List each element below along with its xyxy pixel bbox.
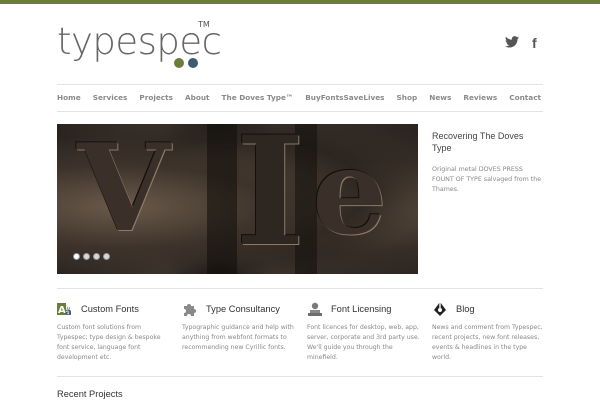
logo-dot-blue (188, 58, 198, 68)
twitter-icon[interactable] (505, 36, 519, 52)
logo-dot-green (174, 58, 184, 68)
feature-text: News and comment from Typespec, recent p… (432, 324, 543, 361)
nav-about[interactable]: About (185, 93, 210, 102)
nav-buyfontssavelives[interactable]: BuyFontsSaveLives (305, 93, 384, 102)
feature-title[interactable]: Font Licensing (331, 304, 391, 314)
feature-title[interactable]: Custom Fonts (81, 304, 139, 314)
nav-reviews[interactable]: Reviews (463, 93, 497, 102)
slide-shadow-band (207, 124, 237, 274)
slider-dot[interactable] (83, 253, 90, 260)
slider-dot[interactable] (103, 253, 110, 260)
feature-title[interactable]: Blog (456, 304, 475, 314)
nav-doves-type[interactable]: The Doves Type™ (222, 93, 294, 102)
feature-type-consultancy: Type Consultancy Typographic guidance an… (182, 300, 297, 353)
slide-caption: Recovering The Doves Type Original metal… (432, 130, 544, 195)
slide-metal-type-v: V (77, 124, 171, 259)
slide-caption-title[interactable]: Recovering The Doves Type (432, 130, 544, 154)
svg-text:ä: ä (65, 307, 72, 317)
slide-metal-type-l: I (235, 124, 306, 274)
slider-dot[interactable] (73, 253, 80, 260)
feature-blog: Blog News and comment from Typespec, rec… (432, 300, 547, 363)
nav-news[interactable]: News (429, 93, 451, 102)
logo-wordmark: typespec (57, 20, 222, 63)
nav-contact[interactable]: Contact (509, 93, 541, 102)
nav-divider (57, 111, 543, 112)
feature-title[interactable]: Type Consultancy (206, 304, 280, 314)
nav-shop[interactable]: Shop (397, 93, 418, 102)
feature-custom-fonts: A ä Custom Fonts Custom font solutions f… (57, 300, 172, 363)
blog-icon (434, 302, 446, 316)
top-accent-bar (0, 0, 600, 4)
license-icon (308, 302, 322, 316)
header-divider (57, 84, 543, 85)
nav-home[interactable]: Home (57, 93, 81, 102)
slider-pagination (73, 253, 110, 260)
fonts-icon: A ä (57, 303, 72, 317)
recent-projects-heading: Recent Projects (57, 389, 123, 399)
section-divider (57, 376, 543, 377)
puzzle-icon (184, 304, 196, 316)
logo-trademark: TM (198, 20, 210, 29)
feature-text: Typographic guidance and help with anyth… (182, 324, 294, 351)
slide-caption-text: Original metal DOVES PRESS FOUNT OF TYPE… (432, 166, 542, 193)
site-logo[interactable]: typespec TM (57, 20, 222, 72)
hero-slider[interactable]: V I e (57, 124, 418, 274)
nav-projects[interactable]: Projects (139, 93, 173, 102)
feature-text: Custom font solutions from Typespec; typ… (57, 324, 161, 361)
feature-font-licensing: Font Licensing Font licences for desktop… (307, 300, 422, 363)
facebook-icon[interactable]: f (532, 35, 537, 51)
nav-services[interactable]: Services (93, 93, 128, 102)
main-nav: Home Services Projects About The Doves T… (57, 93, 553, 102)
feature-text: Font licences for desktop, web, app, ser… (307, 324, 420, 361)
slide-metal-type-e: e (312, 124, 388, 261)
slider-dot[interactable] (93, 253, 100, 260)
content-divider (57, 288, 543, 289)
